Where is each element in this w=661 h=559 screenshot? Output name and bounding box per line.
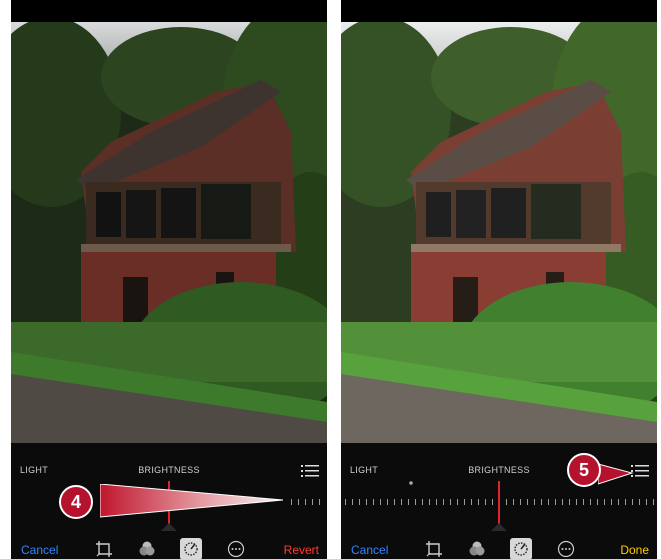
slider-tick <box>387 499 388 505</box>
revert-button[interactable]: Revert <box>284 543 319 557</box>
photo-abandoned-house-brightened <box>341 22 657 443</box>
slider-tick <box>611 499 612 505</box>
editing-controls: LIGHT BRIGHTNESS Cancel <box>341 443 657 559</box>
slider-tick <box>380 499 381 505</box>
list-icon[interactable] <box>301 464 319 478</box>
cancel-button[interactable]: Cancel <box>351 543 388 557</box>
photo-abandoned-house <box>11 22 327 443</box>
slider-tick <box>471 499 472 505</box>
slider-tick <box>590 499 591 505</box>
callout-4-pointer <box>100 484 284 518</box>
callout-5-pointer <box>598 463 634 485</box>
more-icon[interactable] <box>557 540 575 558</box>
slider-tick <box>478 499 479 505</box>
callout-4: 4 <box>59 485 93 519</box>
slider-tick <box>618 499 619 505</box>
cancel-button[interactable]: Cancel <box>21 543 58 557</box>
slider-tick <box>639 499 640 505</box>
slider-tick <box>422 499 423 505</box>
crop-icon[interactable] <box>425 540 443 558</box>
slider-origin-dot <box>409 481 413 485</box>
slider-tick <box>450 499 451 505</box>
slider-tick <box>569 499 570 505</box>
adjust-icon[interactable] <box>510 538 532 559</box>
callout-5: 5 <box>567 453 601 487</box>
slider-tick <box>408 499 409 505</box>
slider-tick <box>506 499 507 505</box>
slider-tick <box>429 499 430 505</box>
adjust-icon[interactable] <box>180 538 202 559</box>
crop-icon[interactable] <box>95 540 113 558</box>
more-icon[interactable] <box>227 540 245 558</box>
slider-tick <box>520 499 521 505</box>
filters-icon[interactable] <box>138 540 156 558</box>
slider-tick <box>394 499 395 505</box>
slider-tick <box>366 499 367 505</box>
slider-tick <box>415 499 416 505</box>
slider-tick <box>345 499 346 505</box>
slider-tick <box>457 499 458 505</box>
slider-tick <box>541 499 542 505</box>
slider-tick <box>625 499 626 505</box>
brightness-label: BRIGHTNESS <box>138 465 200 475</box>
slider-tick <box>485 499 486 505</box>
slider-tick <box>653 499 654 505</box>
slider-tick <box>527 499 528 505</box>
slider-tick <box>436 499 437 505</box>
slider-tick <box>401 499 402 505</box>
slider-tick <box>352 499 353 505</box>
slider-tick <box>443 499 444 505</box>
slider-tick <box>597 499 598 505</box>
slider-tick <box>604 499 605 505</box>
slider-tick <box>464 499 465 505</box>
slider-tick <box>548 499 549 505</box>
slider-tick <box>555 499 556 505</box>
slider-tick <box>373 499 374 505</box>
slider-tick <box>646 499 647 505</box>
slider-tick <box>359 499 360 505</box>
phone-screen-before: LIGHT BRIGHTNESS Cancel Revert <box>11 0 327 559</box>
slider-tick <box>513 499 514 505</box>
slider-tick <box>534 499 535 505</box>
filters-icon[interactable] <box>468 540 486 558</box>
slider-tick <box>576 499 577 505</box>
brightness-slider[interactable] <box>341 481 657 531</box>
slider-tick <box>562 499 563 505</box>
slider-tick <box>583 499 584 505</box>
slider-tick <box>492 499 493 505</box>
slider-tick <box>632 499 633 505</box>
done-button[interactable]: Done <box>620 543 649 557</box>
